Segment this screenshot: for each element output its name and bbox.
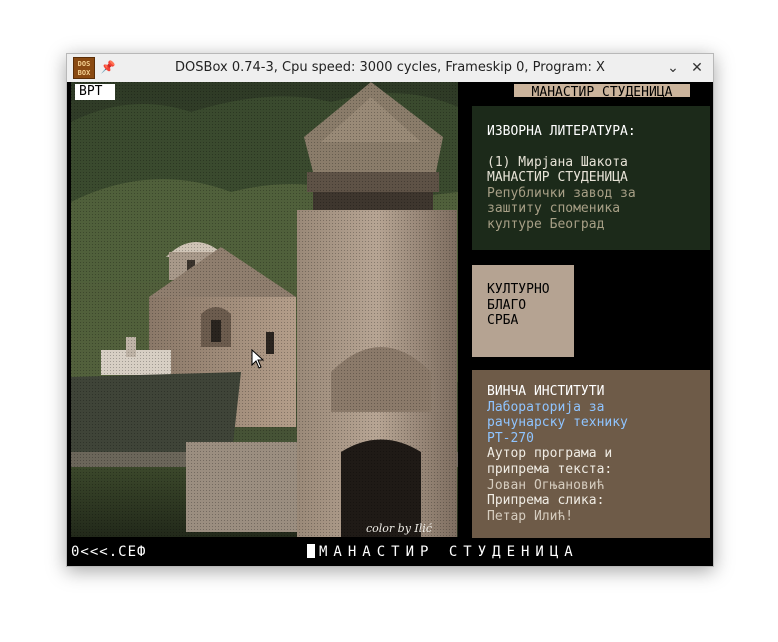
dosbox-window: DOS BOX 📌 DOSBox 0.74-3, Cpu speed: 3000… xyxy=(66,53,714,567)
photo-credit: color by Ilić xyxy=(366,522,433,535)
institute-lab: рачунарску технику xyxy=(487,415,628,431)
monastery-illustration: color by Ilić xyxy=(71,82,458,537)
vrt-tag: ВРТ xyxy=(75,84,115,100)
app-icon-label: DOS BOX xyxy=(77,60,91,77)
screen-title-tag: МАНАСТИР СТУДЕНИЦА xyxy=(512,82,692,100)
sources-publisher-line: културе Београд xyxy=(487,216,605,232)
sources-book: МАНАСТИР СТУДЕНИЦА xyxy=(487,170,628,186)
institute-lab: Лабораторија за xyxy=(487,399,605,415)
sources-publisher-line: заштиту споменика xyxy=(487,201,621,217)
status-title-wrap: МАНАСТИР СТУДЕНИЦА xyxy=(307,543,579,561)
heritage-panel: КУЛТУРНО БЛАГО СРБА xyxy=(472,265,574,357)
images-name: Петар Илић! xyxy=(487,508,574,524)
heritage-line: БЛАГО xyxy=(487,297,527,313)
monastery-photo: color by Ilić xyxy=(71,82,458,537)
mouse-pointer-icon xyxy=(251,349,265,369)
cursor-block xyxy=(307,544,315,558)
dosbox-icon[interactable]: DOS BOX xyxy=(73,57,95,79)
minimize-button[interactable]: ⌄ xyxy=(663,58,683,78)
heritage-line: СРБА xyxy=(487,313,519,329)
author-label: припрема текста: xyxy=(487,461,613,477)
sources-publisher-line: Републички завод за xyxy=(487,185,636,201)
close-icon: ✕ xyxy=(691,60,703,76)
status-title: МАНАСТИР СТУДЕНИЦА xyxy=(319,544,579,560)
sources-heading: ИЗВОРНА ЛИТЕРАТУРА: xyxy=(487,124,636,139)
institute-panel: ВИНЧА ИНСТИТУТИ Лабораторија за рачунарс… xyxy=(472,370,710,538)
author-name: Јован Огњановић xyxy=(487,477,605,493)
chevron-down-icon: ⌄ xyxy=(667,60,679,76)
heritage-line: КУЛТУРНО xyxy=(487,282,550,297)
window-title: DOSBox 0.74-3, Cpu speed: 3000 cycles, F… xyxy=(175,60,605,75)
images-label: Припрема слика: xyxy=(487,493,605,509)
institute-code: РТ-270 xyxy=(487,430,534,446)
status-keys: 0<<<.СЕФ xyxy=(71,544,147,560)
author-label: Аутор програма и xyxy=(487,446,613,462)
status-bar: 0<<<.СЕФ МАНАСТИР СТУДЕНИЦА xyxy=(67,543,713,561)
pin-icon[interactable]: 📌 xyxy=(100,59,116,75)
dos-screen[interactable]: color by Ilić ВРТ МАНАСТИР СТУДЕНИЦА ИЗВ… xyxy=(67,82,713,566)
sources-panel: ИЗВОРНА ЛИТЕРАТУРА: (1) Мирјана Шакота М… xyxy=(472,106,710,250)
institute-name: ВИНЧА ИНСТИТУТИ xyxy=(487,384,605,399)
close-button[interactable]: ✕ xyxy=(687,58,707,78)
sources-author: (1) Мирјана Шакота xyxy=(487,154,628,170)
title-bar[interactable]: DOS BOX 📌 DOSBox 0.74-3, Cpu speed: 3000… xyxy=(67,54,713,83)
